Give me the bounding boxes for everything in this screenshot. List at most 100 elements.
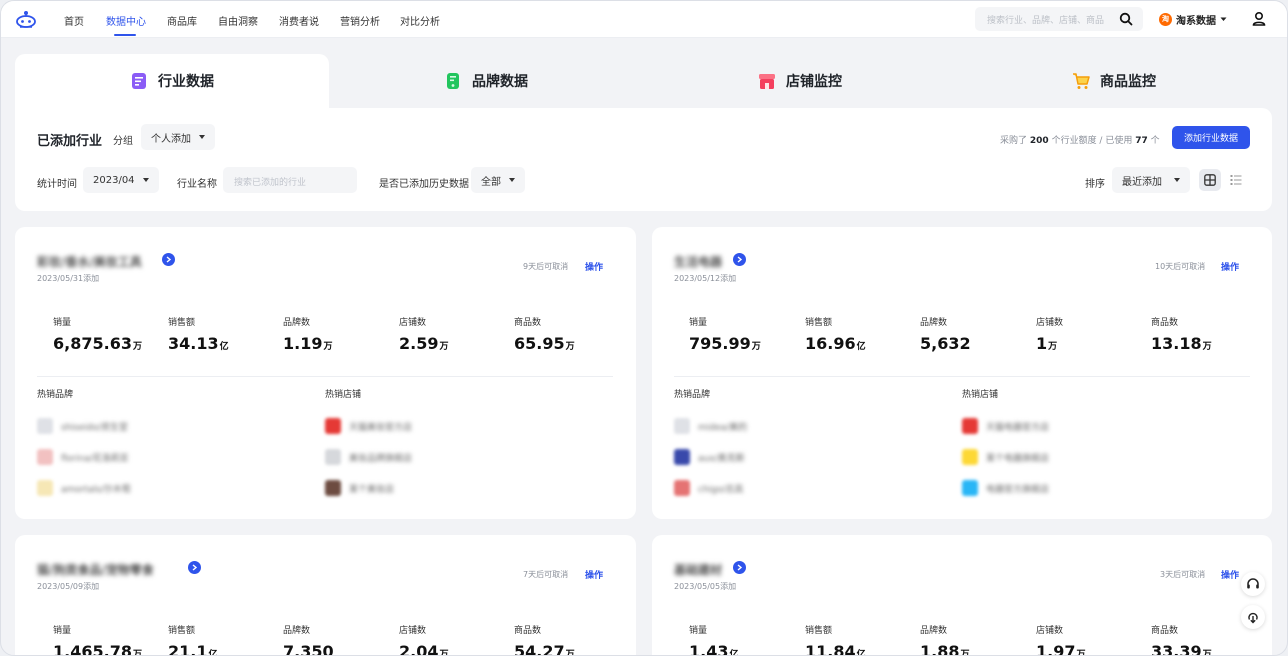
- brand-logo: [674, 449, 690, 465]
- headset-icon: [1247, 578, 1259, 589]
- arrow-right-icon[interactable]: [733, 253, 746, 266]
- stat-value: 1,465.78万: [53, 642, 142, 656]
- filter-panel: 已添加行业 分组 个人添加 采购了 200 个行业额度 / 已使用 77 个 添…: [15, 108, 1272, 211]
- hot-shop-item[interactable]: 某个美妆店: [325, 478, 394, 498]
- nav-home[interactable]: 首页: [64, 13, 84, 28]
- hot-shop-item[interactable]: 某个电器旗舰店: [962, 447, 1049, 467]
- industry-search-placeholder: 搜索已添加的行业: [234, 178, 307, 188]
- grid-icon: [1204, 174, 1216, 186]
- shop-logo: [325, 418, 341, 434]
- brand-logo: [37, 418, 53, 434]
- industry-card: 猫/狗类食品/宠物零食 2023/05/09添加 7天后可取消 操作 销量 1,…: [15, 535, 636, 656]
- arrow-right-icon[interactable]: [162, 253, 175, 266]
- stat-sales-volume: 销量 795.99万: [689, 315, 761, 353]
- stat-label: 店铺数: [399, 626, 427, 636]
- stat-brand-count: 品牌数 7,350: [283, 623, 335, 656]
- robot-logo-icon[interactable]: [15, 9, 37, 29]
- stat-value: 11.84亿: [805, 642, 866, 656]
- operate-button[interactable]: 操作: [585, 260, 603, 273]
- platform-selector[interactable]: 淘 淘系数据: [1159, 11, 1227, 27]
- grid-view-button[interactable]: [1199, 169, 1221, 191]
- tab-store-monitor[interactable]: 店铺监控: [643, 54, 957, 108]
- stat-label: 商品数: [1151, 626, 1179, 636]
- list-view-button[interactable]: [1225, 169, 1247, 191]
- stat-label: 销售额: [805, 626, 833, 636]
- nav-product-library[interactable]: 商品库: [167, 13, 197, 28]
- industry-name-label: 行业名称: [177, 179, 217, 190]
- stat-sales-amount: 销售额 21.1亿: [168, 623, 218, 655]
- shop-logo: [962, 449, 978, 465]
- caret-down-icon: [1174, 178, 1180, 182]
- nav-data-center[interactable]: 数据中心: [106, 13, 146, 28]
- stat-value: 2.04万: [399, 642, 449, 656]
- stat-brand-count: 品牌数 1.88万: [920, 623, 970, 655]
- added-date: 2023/05/31添加: [37, 274, 100, 283]
- add-industry-button[interactable]: 添加行业数据: [1172, 126, 1250, 149]
- stat-value: 13.18万: [1151, 334, 1212, 353]
- global-search-input[interactable]: 搜索行业、品牌、店铺、商品: [975, 7, 1143, 31]
- stat-value: 65.95万: [514, 334, 575, 353]
- shop-name: 某个美妆店: [349, 484, 395, 495]
- tab-industry-data[interactable]: 行业数据: [15, 54, 329, 108]
- time-label: 统计时间: [37, 179, 77, 190]
- arrow-right-icon[interactable]: [733, 561, 746, 574]
- stat-label: 销售额: [168, 318, 196, 328]
- operate-button[interactable]: 操作: [1221, 260, 1239, 273]
- industry-search-input[interactable]: 搜索已添加的行业: [223, 167, 357, 193]
- shop-name: 电器官方旗舰店: [986, 484, 1050, 495]
- nav-compare-analysis[interactable]: 对比分析: [400, 13, 440, 28]
- search-icon[interactable]: [1119, 12, 1133, 26]
- hot-brand-item[interactable]: aux/奥克斯: [674, 447, 745, 467]
- hot-shop-item[interactable]: 电器官方旗舰店: [962, 478, 1049, 498]
- stat-label: 销量: [53, 626, 72, 636]
- brand-name: amortals/尔木萄: [61, 484, 131, 495]
- industry-card: 基础建材 2023/05/05添加 3天后可取消 操作 销量 1.43亿 销售额…: [652, 535, 1272, 656]
- hot-shop-item[interactable]: 天猫美妆官方店: [325, 416, 412, 436]
- hot-brand-item[interactable]: shiseido/资生堂: [37, 416, 128, 436]
- group-label: 分组: [113, 136, 133, 147]
- section-title: 已添加行业: [37, 134, 103, 149]
- shop-name: 某个电器旗舰店: [986, 453, 1050, 464]
- user-account-icon[interactable]: [1251, 11, 1267, 27]
- caret-down-icon: [142, 178, 149, 182]
- time-select[interactable]: 2023/04: [83, 167, 159, 193]
- stat-value: 1.97万: [1036, 642, 1086, 656]
- tab-product-monitor[interactable]: 商品监控: [957, 54, 1271, 108]
- nav-free-insight[interactable]: 自由洞察: [218, 13, 258, 28]
- brand-logo: [674, 418, 690, 434]
- hot-brand-item[interactable]: chigo/志高: [674, 478, 743, 498]
- history-select[interactable]: 全部: [471, 167, 525, 193]
- hot-shop-item[interactable]: 天猫电器官方店: [962, 416, 1049, 436]
- tab-label: 商品监控: [1100, 74, 1156, 90]
- nav-marketing-analysis[interactable]: 营销分析: [340, 13, 380, 28]
- stat-product-count: 商品数 33.39万: [1151, 623, 1212, 655]
- tab-brand-data[interactable]: 品牌数据: [329, 54, 643, 108]
- nav-consumer-voice[interactable]: 消费者说: [279, 13, 319, 28]
- stat-label: 销售额: [805, 318, 833, 328]
- hot-shops-title: 热销店铺: [962, 390, 999, 400]
- hot-brand-item[interactable]: florina/花洛莉亚: [37, 447, 129, 467]
- download-button[interactable]: [1241, 605, 1265, 629]
- hot-brand-item[interactable]: amortals/尔木萄: [37, 478, 131, 498]
- operate-button[interactable]: 操作: [585, 568, 603, 581]
- stat-brand-count: 品牌数 1.19万: [283, 315, 333, 353]
- stat-value: 7,350: [283, 642, 334, 656]
- operate-button[interactable]: 操作: [1221, 568, 1239, 581]
- hot-shop-item[interactable]: 美妆品牌旗舰店: [325, 447, 412, 467]
- added-date: 2023/05/05添加: [674, 582, 737, 591]
- stat-value: 1.19万: [283, 334, 333, 353]
- group-select[interactable]: 个人添加: [141, 124, 215, 150]
- stat-brand-count: 品牌数 5,632: [920, 315, 972, 353]
- arrow-right-icon[interactable]: [188, 561, 201, 574]
- group-select-value: 个人添加: [151, 133, 191, 145]
- sort-select[interactable]: 最近添加: [1112, 167, 1190, 193]
- tab-label: 行业数据: [158, 74, 214, 90]
- customer-service-button[interactable]: [1241, 572, 1265, 596]
- hot-brands-title: 热销品牌: [37, 390, 74, 400]
- data-category-tabs: 行业数据 品牌数据 店铺监控 商品监控: [15, 54, 1272, 108]
- stat-sales-amount: 销售额 11.84亿: [805, 623, 866, 656]
- list-icon: [1230, 175, 1242, 185]
- stat-label: 销量: [689, 318, 708, 328]
- brand-name: shiseido/资生堂: [61, 422, 128, 433]
- hot-brand-item[interactable]: midea/美的: [674, 416, 747, 436]
